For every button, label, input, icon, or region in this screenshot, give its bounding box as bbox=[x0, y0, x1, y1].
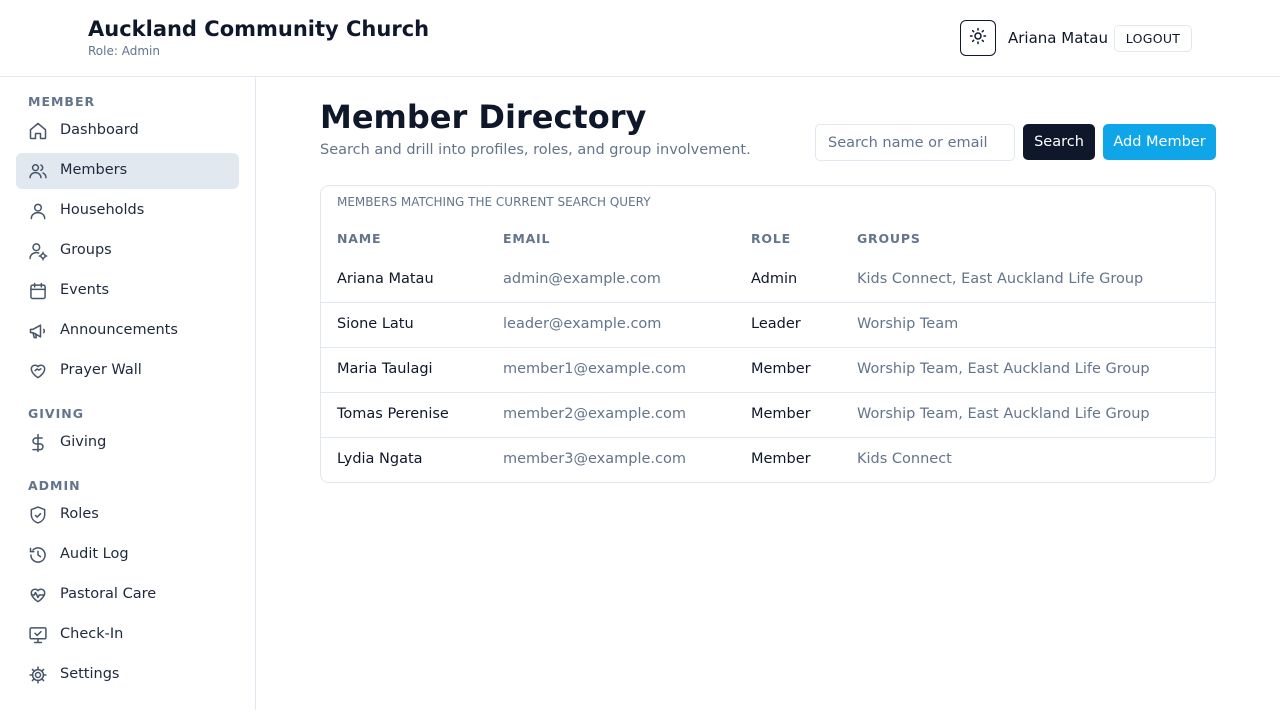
sidebar-item-pastoral-care[interactable]: Pastoral Care bbox=[16, 577, 239, 613]
sidebar-section-member: MEMBER bbox=[28, 94, 96, 109]
sidebar-item-label: Pastoral Care bbox=[60, 586, 157, 602]
church-name: Auckland Community Church bbox=[88, 17, 430, 41]
add-member-button[interactable]: Add Member bbox=[1103, 124, 1216, 160]
sidebar-item-events[interactable]: Events bbox=[16, 273, 239, 309]
sidebar-item-giving[interactable]: Giving bbox=[16, 425, 239, 461]
sidebar-item-households[interactable]: Households bbox=[16, 193, 239, 229]
sidebar-item-label: Settings bbox=[60, 666, 120, 682]
member-groups: Kids Connect bbox=[857, 451, 952, 467]
top-header: Auckland Community Church Role: Admin Ar… bbox=[0, 0, 1280, 77]
sidebar-item-label: Check-In bbox=[60, 626, 124, 642]
user-gear-icon bbox=[28, 241, 48, 261]
column-header-groups: GROUPS bbox=[857, 231, 921, 246]
member-role: Leader bbox=[751, 316, 801, 332]
sidebar-item-roles[interactable]: Roles bbox=[16, 497, 239, 533]
column-header-name: NAME bbox=[337, 231, 382, 246]
member-role: Member bbox=[751, 361, 811, 377]
user-icon bbox=[28, 201, 48, 221]
member-role: Member bbox=[751, 406, 811, 422]
member-email: member1@example.com bbox=[503, 361, 686, 377]
member-groups: Worship Team, East Auckland Life Group bbox=[857, 406, 1150, 422]
history-icon bbox=[28, 545, 48, 565]
members-table: MEMBERS MATCHING THE CURRENT SEARCH QUER… bbox=[320, 185, 1216, 483]
table-caption: MEMBERS MATCHING THE CURRENT SEARCH QUER… bbox=[337, 195, 651, 209]
sidebar-item-label: Giving bbox=[60, 434, 107, 450]
shield-check-icon bbox=[28, 505, 48, 525]
user-role: Role: Admin bbox=[88, 44, 160, 58]
logout-button[interactable]: LOGOUT bbox=[1114, 25, 1192, 52]
theme-toggle-button[interactable] bbox=[960, 20, 996, 56]
member-name[interactable]: Sione Latu bbox=[337, 316, 414, 332]
member-name[interactable]: Maria Taulagi bbox=[337, 361, 433, 377]
column-header-email: EMAIL bbox=[503, 231, 551, 246]
current-user-name: Ariana Matau bbox=[1008, 29, 1108, 47]
home-icon bbox=[28, 121, 48, 141]
sun-icon bbox=[969, 27, 987, 49]
sidebar-item-label: Households bbox=[60, 202, 145, 218]
sidebar-item-check-in[interactable]: Check-In bbox=[16, 617, 239, 653]
search-button[interactable]: Search bbox=[1023, 124, 1095, 160]
sidebar-item-settings[interactable]: Settings bbox=[16, 657, 239, 693]
member-email: admin@example.com bbox=[503, 271, 661, 287]
megaphone-icon bbox=[28, 321, 48, 341]
member-groups: Worship Team, East Auckland Life Group bbox=[857, 361, 1150, 377]
search-input[interactable] bbox=[815, 124, 1015, 161]
sidebar-item-label: Events bbox=[60, 282, 110, 298]
member-name[interactable]: Tomas Perenise bbox=[337, 406, 449, 422]
heart-pulse-icon bbox=[28, 585, 48, 605]
monitor-check-icon bbox=[28, 625, 48, 645]
page-title: Member Directory bbox=[320, 98, 647, 136]
sidebar-item-audit-log[interactable]: Audit Log bbox=[16, 537, 239, 573]
sidebar-item-prayer-wall[interactable]: Prayer Wall bbox=[16, 353, 239, 389]
sidebar-section-giving: GIVING bbox=[28, 406, 84, 421]
member-role: Member bbox=[751, 451, 811, 467]
sidebar-section-admin: ADMIN bbox=[28, 478, 81, 493]
sidebar-item-label: Groups bbox=[60, 242, 112, 258]
table-row[interactable]: Tomas Perenise member2@example.com Membe… bbox=[321, 392, 1215, 437]
sidebar-item-label: Prayer Wall bbox=[60, 362, 142, 378]
dollar-icon bbox=[28, 433, 48, 453]
table-row[interactable]: Sione Latu leader@example.com Leader Wor… bbox=[321, 302, 1215, 347]
member-email: member2@example.com bbox=[503, 406, 686, 422]
member-role: Admin bbox=[751, 271, 798, 287]
sidebar-item-dashboard[interactable]: Dashboard bbox=[16, 113, 239, 149]
sidebar-item-label: Announcements bbox=[60, 322, 178, 338]
sidebar-item-announcements[interactable]: Announcements bbox=[16, 313, 239, 349]
member-groups: Kids Connect, East Auckland Life Group bbox=[857, 271, 1144, 287]
sidebar-item-label: Dashboard bbox=[60, 122, 139, 138]
gear-icon bbox=[28, 665, 48, 685]
member-name[interactable]: Lydia Ngata bbox=[337, 451, 423, 467]
column-header-role: ROLE bbox=[751, 231, 791, 246]
sidebar-item-label: Roles bbox=[60, 506, 99, 522]
sidebar-item-members[interactable]: Members bbox=[16, 153, 239, 189]
table-row[interactable]: Lydia Ngata member3@example.com Member K… bbox=[321, 437, 1215, 482]
heart-handshake-icon bbox=[28, 361, 48, 381]
sidebar-item-label: Members bbox=[60, 162, 128, 178]
member-name[interactable]: Ariana Matau bbox=[337, 271, 434, 287]
member-email: leader@example.com bbox=[503, 316, 662, 332]
table-row[interactable]: Ariana Matau admin@example.com Admin Kid… bbox=[321, 257, 1215, 302]
table-row[interactable]: Maria Taulagi member1@example.com Member… bbox=[321, 347, 1215, 392]
users-icon bbox=[28, 161, 48, 181]
calendar-icon bbox=[28, 281, 48, 301]
page-subtitle: Search and drill into profiles, roles, a… bbox=[320, 142, 751, 158]
member-groups: Worship Team bbox=[857, 316, 959, 332]
sidebar-nav: MEMBER Dashboard Members Households Grou… bbox=[0, 77, 256, 710]
member-email: member3@example.com bbox=[503, 451, 686, 467]
sidebar-item-groups[interactable]: Groups bbox=[16, 233, 239, 269]
sidebar-item-label: Audit Log bbox=[60, 546, 129, 562]
